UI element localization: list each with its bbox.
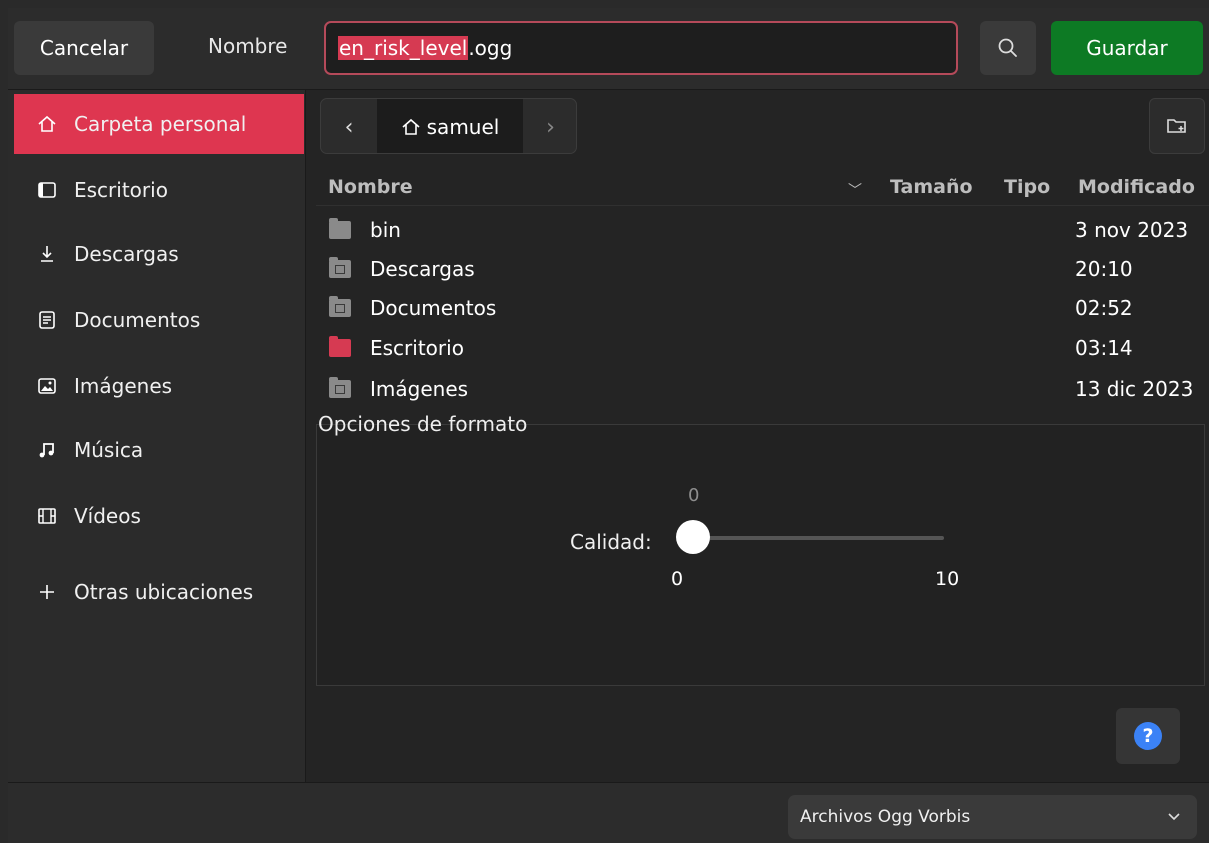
path-forward-button[interactable]: › xyxy=(523,99,576,153)
file-type-filter[interactable]: Archivos Ogg Vorbis xyxy=(788,795,1197,839)
quality-current-value: 0 xyxy=(688,485,700,506)
chevron-down-icon: ﹀ xyxy=(848,183,862,199)
path-button-home[interactable]: samuel xyxy=(377,99,523,153)
file-name: Imágenes xyxy=(370,377,469,401)
sidebar-item-label: Otras ubicaciones xyxy=(74,580,254,604)
table-row[interactable]: Escritorio 03:14 xyxy=(316,327,1209,367)
file-modified: 03:14 xyxy=(1075,336,1133,360)
document-icon xyxy=(36,309,58,331)
save-button[interactable]: Guardar xyxy=(1051,21,1203,75)
places-sidebar: Carpeta personal Escritorio Descargas Do… xyxy=(8,90,306,782)
quality-max-label: 10 xyxy=(935,568,960,590)
format-options-title: Opciones de formato xyxy=(318,412,528,436)
quality-slider-handle[interactable] xyxy=(676,520,710,554)
sidebar-item-label: Descargas xyxy=(74,242,179,266)
name-label: Nombre xyxy=(208,34,288,58)
chevron-down-icon xyxy=(1168,813,1180,821)
table-row[interactable]: Documentos 02:52 xyxy=(316,287,1209,327)
quality-slider-track[interactable] xyxy=(698,536,944,540)
sidebar-item-downloads[interactable]: Descargas xyxy=(14,224,304,284)
image-icon xyxy=(36,375,58,397)
desktop-folder-icon xyxy=(329,336,351,357)
help-icon: ? xyxy=(1134,722,1162,750)
quality-min-label: 0 xyxy=(671,568,684,590)
filename-extension: .ogg xyxy=(468,36,513,60)
desktop-icon xyxy=(36,179,58,201)
path-back-button[interactable]: ‹ xyxy=(321,99,377,153)
sidebar-item-label: Carpeta personal xyxy=(74,112,247,136)
home-icon xyxy=(402,118,420,135)
bottom-bar: Archivos Ogg Vorbis xyxy=(8,782,1209,843)
sidebar-item-label: Escritorio xyxy=(74,178,168,202)
sidebar-item-label: Vídeos xyxy=(74,504,141,528)
file-name: Descargas xyxy=(370,257,475,281)
chevron-right-icon: › xyxy=(546,114,555,140)
file-modified: 20:10 xyxy=(1075,257,1133,281)
search-icon xyxy=(998,38,1017,57)
file-type-filter-label: Archivos Ogg Vorbis xyxy=(800,807,971,827)
sidebar-item-label: Música xyxy=(74,438,144,462)
sidebar-item-other-locations[interactable]: Otras ubicaciones xyxy=(14,562,304,622)
sidebar-item-images[interactable]: Imágenes xyxy=(14,356,304,416)
header-bar: Cancelar Nombre en_risk_level .ogg Guarda… xyxy=(8,8,1209,90)
plus-icon xyxy=(36,581,58,603)
folder-icon xyxy=(329,218,351,239)
file-modified: 13 dic 2023 xyxy=(1075,377,1194,401)
cancel-button[interactable]: Cancelar xyxy=(14,21,154,75)
table-row[interactable]: bin 3 nov 2023 xyxy=(316,209,1209,249)
video-icon xyxy=(36,505,58,527)
download-icon xyxy=(36,243,58,265)
table-row[interactable]: Imágenes 13 dic 2023 xyxy=(316,368,1209,402)
file-name: Documentos xyxy=(370,296,497,320)
sidebar-item-documents[interactable]: Documentos xyxy=(14,290,304,350)
music-icon xyxy=(36,439,58,461)
save-file-dialog: Cancelar Nombre en_risk_level .ogg Guarda… xyxy=(8,8,1209,843)
path-bar: ‹ samuel › xyxy=(320,98,577,154)
images-folder-icon xyxy=(329,377,351,398)
search-button[interactable] xyxy=(980,21,1036,75)
downloads-folder-icon xyxy=(329,257,351,278)
file-modified: 3 nov 2023 xyxy=(1075,218,1189,242)
column-header-type[interactable]: Tipo xyxy=(1004,176,1050,198)
file-modified: 02:52 xyxy=(1075,296,1133,320)
help-button[interactable]: ? xyxy=(1116,708,1180,764)
path-current-label: samuel xyxy=(426,115,500,139)
new-folder-button[interactable] xyxy=(1149,98,1205,154)
sidebar-item-label: Documentos xyxy=(74,308,201,332)
column-header-modified[interactable]: Modificado xyxy=(1078,176,1195,198)
format-options-frame xyxy=(316,424,1205,686)
home-icon xyxy=(36,113,58,135)
quality-label: Calidad: xyxy=(570,530,652,554)
chevron-left-icon: ‹ xyxy=(344,114,354,140)
sidebar-item-home[interactable]: Carpeta personal xyxy=(14,94,304,154)
sidebar-item-desktop[interactable]: Escritorio xyxy=(14,160,304,220)
column-header-size[interactable]: Tamaño xyxy=(890,176,973,198)
sidebar-item-label: Imágenes xyxy=(74,374,173,398)
documents-folder-icon xyxy=(329,296,351,317)
file-list: bin 3 nov 2023 Descargas 20:10 Documento… xyxy=(316,208,1209,402)
sidebar-item-videos[interactable]: Vídeos xyxy=(14,486,304,546)
file-name: Escritorio xyxy=(370,336,464,360)
filename-selected-text: en_risk_level xyxy=(338,36,469,60)
file-name: bin xyxy=(370,218,401,242)
new-folder-icon xyxy=(1167,119,1186,133)
table-row[interactable]: Descargas 20:10 xyxy=(316,248,1209,288)
sidebar-item-music[interactable]: Música xyxy=(14,420,304,480)
filename-input[interactable]: en_risk_level .ogg xyxy=(324,21,958,75)
column-header-name[interactable]: Nombre xyxy=(328,176,413,198)
file-list-header: Nombre ﹀ Tamaño Tipo Modificado xyxy=(316,166,1209,206)
